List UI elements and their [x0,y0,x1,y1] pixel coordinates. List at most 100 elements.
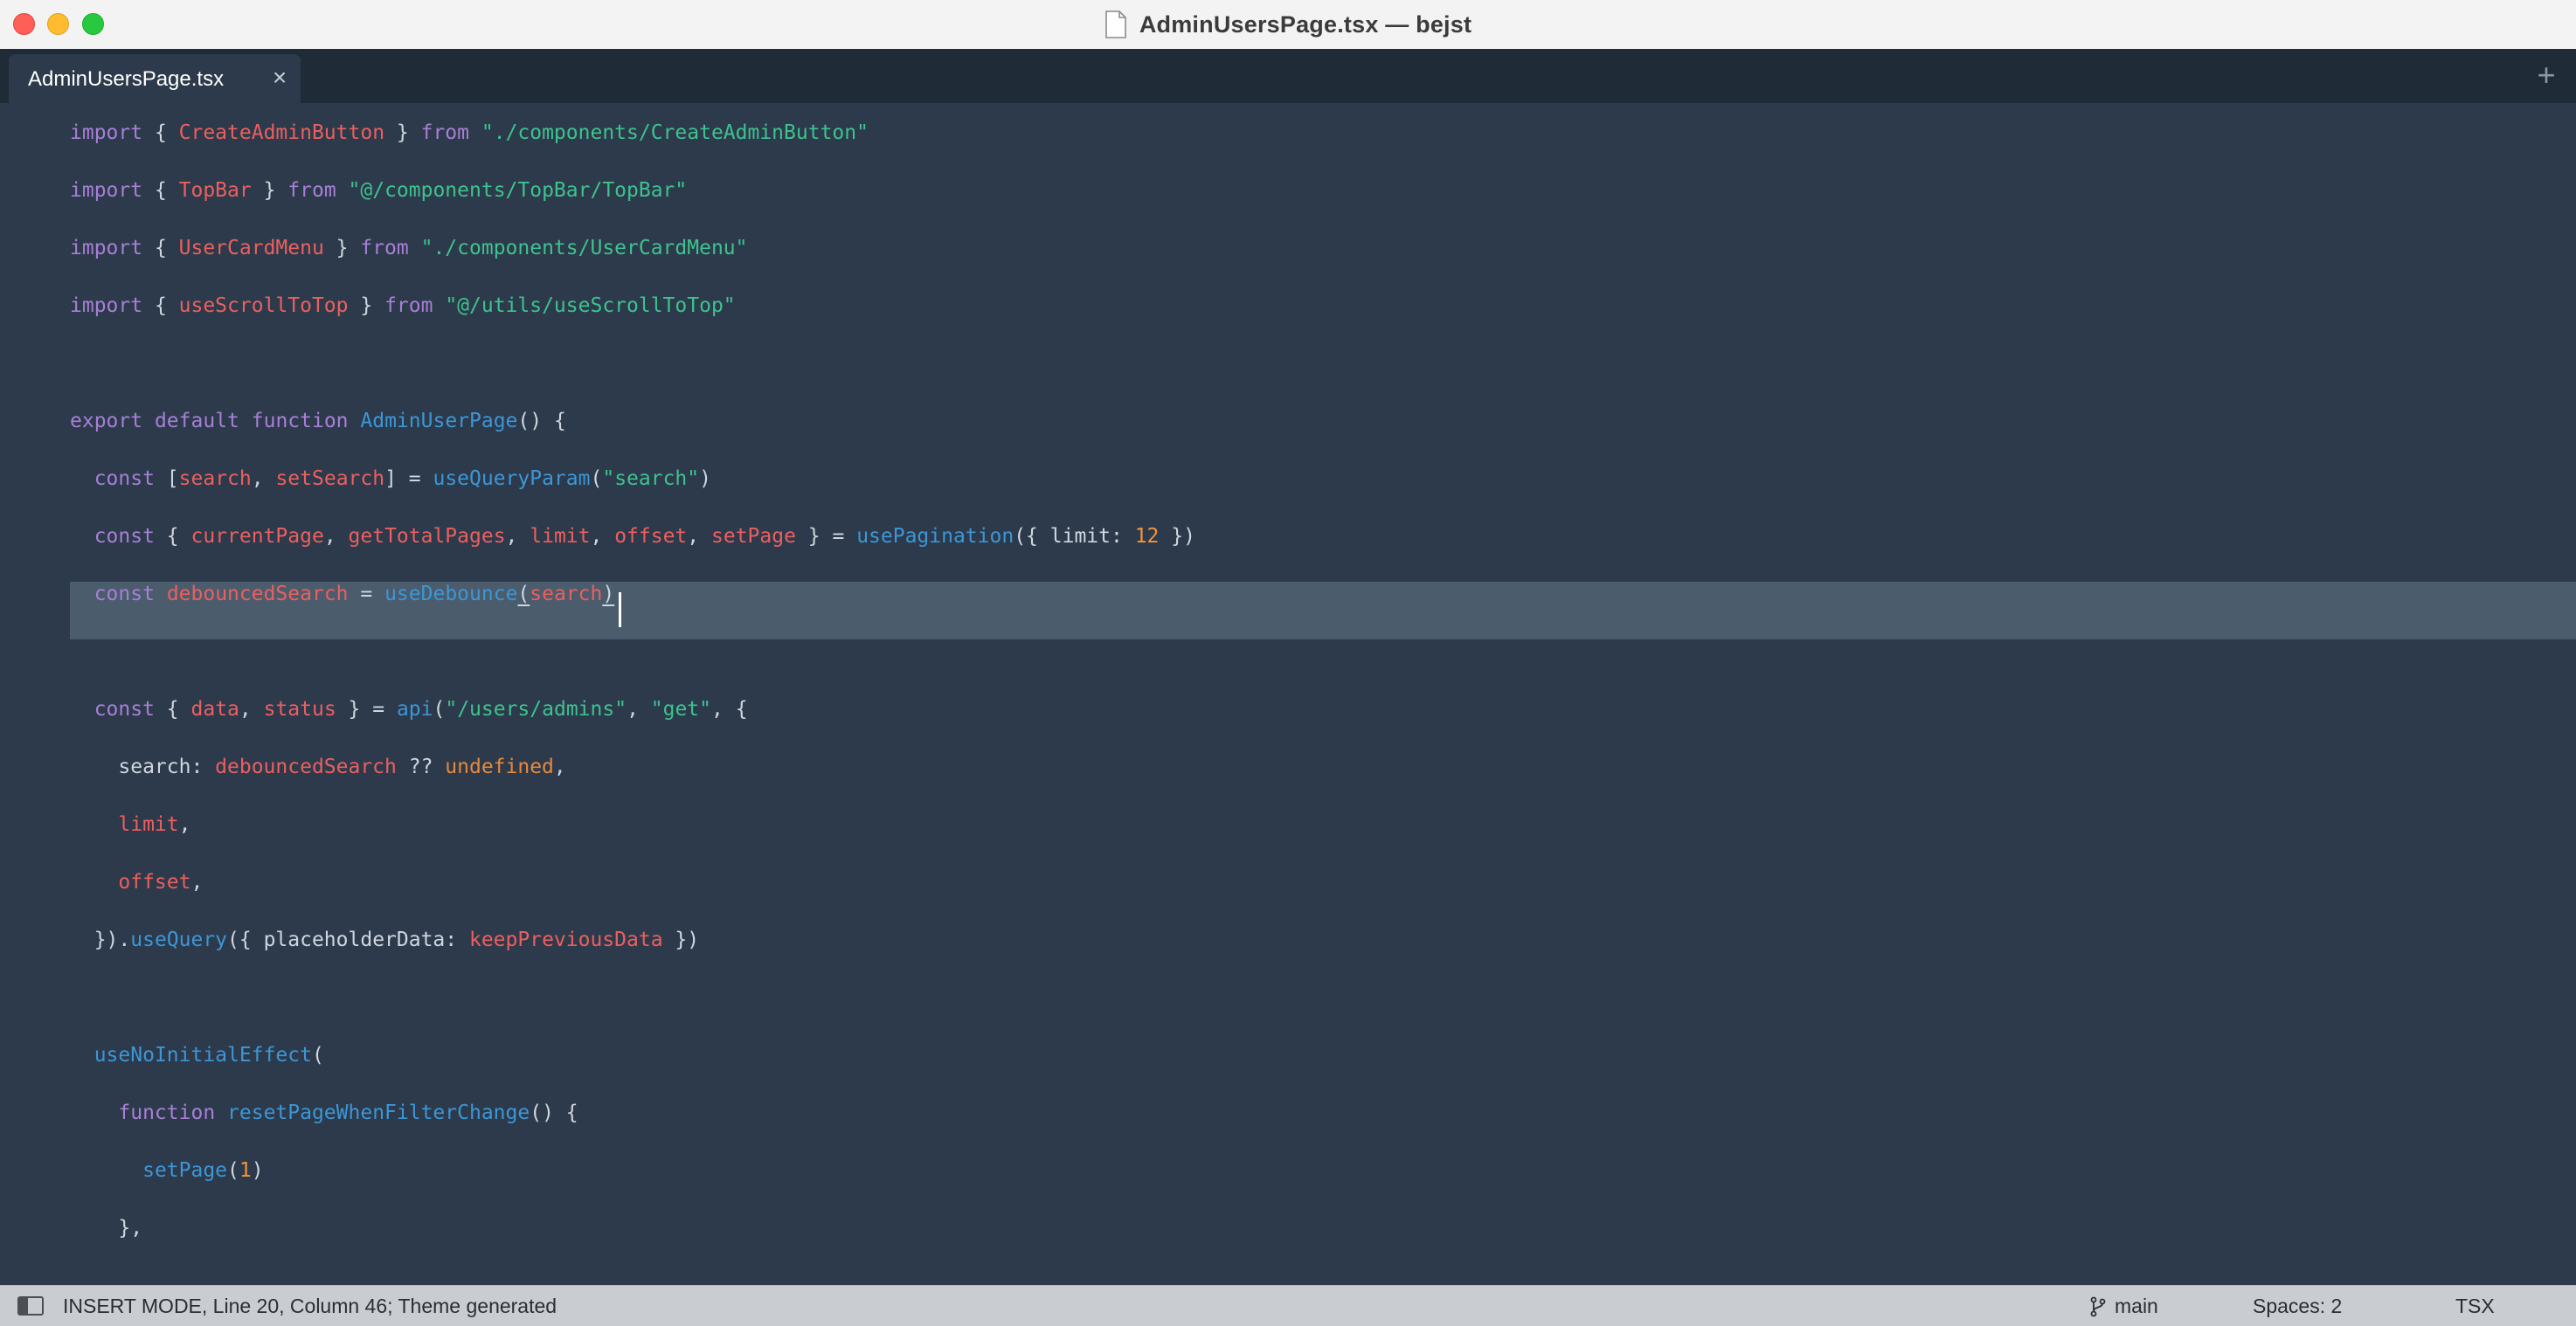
code-token: { [142,237,179,259]
git-branch-indicator[interactable]: main [2090,1295,2158,1318]
code-token: limit [530,525,591,548]
code-line[interactable]: export default function AdminUserPage() … [70,393,566,449]
code-token: "@/components/TopBar/TopBar" [348,179,688,202]
code-line[interactable]: offset, [70,854,203,910]
code-token: } [251,179,288,202]
code-token: limit [118,813,179,836]
code-token: UserCardMenu [178,237,324,259]
code-token: setPage [711,525,796,548]
code-token: function [118,1102,216,1124]
code-line[interactable]: }).useQuery({ placeholderData: keepPrevi… [70,912,699,968]
code-token: api [396,698,433,721]
code-token: , [505,525,530,548]
title-bar: AdminUsersPage.tsx — bejst [0,0,2576,50]
code-line[interactable]: import { useScrollToTop } from "@/utils/… [70,278,736,334]
code-line[interactable]: import { TopBar } from "@/components/Top… [70,162,687,218]
code-token: export [70,410,143,432]
code-token: setPage [142,1159,228,1182]
code-line[interactable]: limit, [70,797,191,853]
new-tab-icon[interactable]: + [2531,58,2562,93]
code-line[interactable]: function resetPageWhenFilterChange() { [70,1085,578,1141]
code-token: useQuery [130,929,228,951]
tab-bar: AdminUsersPage.tsx × + [0,49,2576,103]
code-token: from [384,294,433,317]
code-token: , [687,525,711,548]
tab-adminuserspage[interactable]: AdminUsersPage.tsx × [9,54,301,103]
code-token: default [154,410,239,432]
code-token: import [70,294,143,317]
code-token: from [420,121,469,144]
code-token: , [190,871,204,894]
code-token: TopBar [178,179,252,202]
code-line[interactable]: const { currentPage, getTotalPages, limi… [70,508,1195,564]
indentation-setting[interactable]: Spaces: 2 [2253,1295,2342,1318]
code-token: keepPreviousData [468,929,663,951]
code-token: const [93,698,155,721]
code-token: data [190,698,239,721]
code-line[interactable]: search: debouncedSearch ?? undefined, [70,739,566,795]
window-title: AdminUsersPage.tsx — bejst [1139,10,1472,38]
code-token: ( [590,467,603,490]
code-line[interactable]: const { data, status } = api("/users/adm… [70,681,748,737]
code-token: ) [251,1159,264,1182]
code-token: { [154,698,191,721]
code-line[interactable]: useNoInitialEffect( [70,1027,324,1083]
code-token: const [93,525,155,548]
code-line[interactable]: const [search, setSearch] = useQueryPara… [70,451,711,507]
code-token: status [263,698,336,721]
code-token: "@/utils/useScrollToTop" [445,294,736,317]
code-token: useDebounce [384,583,518,605]
code-token: ({ placeholderData: [227,929,469,951]
code-token: }) [1159,525,1195,548]
code-token: , [590,525,615,548]
code-line[interactable]: import { UserCardMenu } from "./componen… [70,220,747,276]
code-token: } = [795,525,857,548]
code-token: usePagination [856,525,1014,548]
language-mode[interactable]: TSX [2455,1295,2495,1318]
code-token: , [553,756,566,778]
sidebar-toggle-icon[interactable] [17,1296,44,1316]
code-token: }, [70,1217,143,1240]
code-token: () { [530,1102,578,1124]
code-token: }) [662,929,700,951]
code-line[interactable]: }, [70,1200,142,1256]
code-token: const [93,583,155,605]
code-token: }). [70,929,131,951]
code-editor[interactable]: import { CreateAdminButton } from "./com… [0,103,2576,1285]
code-token: { [142,294,179,317]
tab-label: AdminUsersPage.tsx [28,67,225,91]
code-token: AdminUserPage [360,410,518,432]
code-token: ( [517,583,530,605]
code-line[interactable]: import { CreateAdminButton } from "./com… [70,105,869,161]
code-token: const [93,467,155,490]
code-line[interactable]: const debouncedSearch = useDebounce(sear… [70,566,615,622]
code-line[interactable]: setPage(1) [70,1143,264,1198]
code-token: useQueryParam [433,467,591,490]
code-token: "./components/CreateAdminButton" [481,121,869,144]
code-token: ( [433,698,446,721]
text-cursor [619,592,621,627]
code-token: () { [517,410,566,432]
mode-status-text: INSERT MODE, Line 20, Column 46; Theme g… [63,1295,557,1317]
code-token: useScrollToTop [178,294,349,317]
code-token: ( [311,1044,324,1067]
code-token: } [384,121,421,144]
code-token: 1 [239,1159,252,1182]
document-icon [1105,10,1126,38]
code-token: getTotalPages [348,525,506,548]
close-tab-icon[interactable]: × [267,65,292,91]
code-token: import [70,121,143,144]
code-token: , [178,813,191,836]
code-token: } = [336,698,397,721]
